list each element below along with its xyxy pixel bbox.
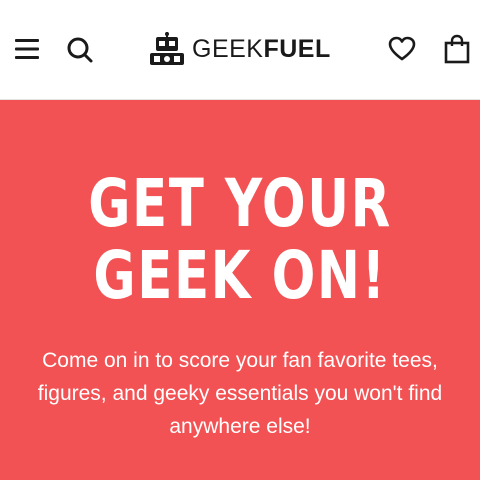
shopping-bag-icon[interactable] (444, 34, 470, 64)
hero-description: Come on in to score your fan favorite te… (37, 349, 443, 438)
hero-title-line2: GEEK ON! (93, 237, 387, 314)
geekfuel-logo[interactable]: GEEKFUEL (148, 32, 331, 66)
search-icon[interactable] (66, 36, 94, 64)
site-header: GEEKFUEL (0, 0, 480, 100)
heart-icon[interactable] (388, 36, 416, 62)
logo-text-fuel: FUEL (263, 34, 331, 63)
hamburger-menu-icon[interactable] (14, 36, 40, 62)
hero-title: GET YOUR GEEK ON! (53, 168, 427, 312)
hero-banner: GET YOUR GEEK ON! Come on in to score yo… (0, 100, 480, 480)
robot-mascot-icon (150, 32, 184, 65)
logo-wordmark: GEEKFUEL (192, 34, 331, 63)
logo-text-geek: GEEK (192, 34, 264, 63)
hero-title-line1: GET YOUR (88, 165, 392, 242)
